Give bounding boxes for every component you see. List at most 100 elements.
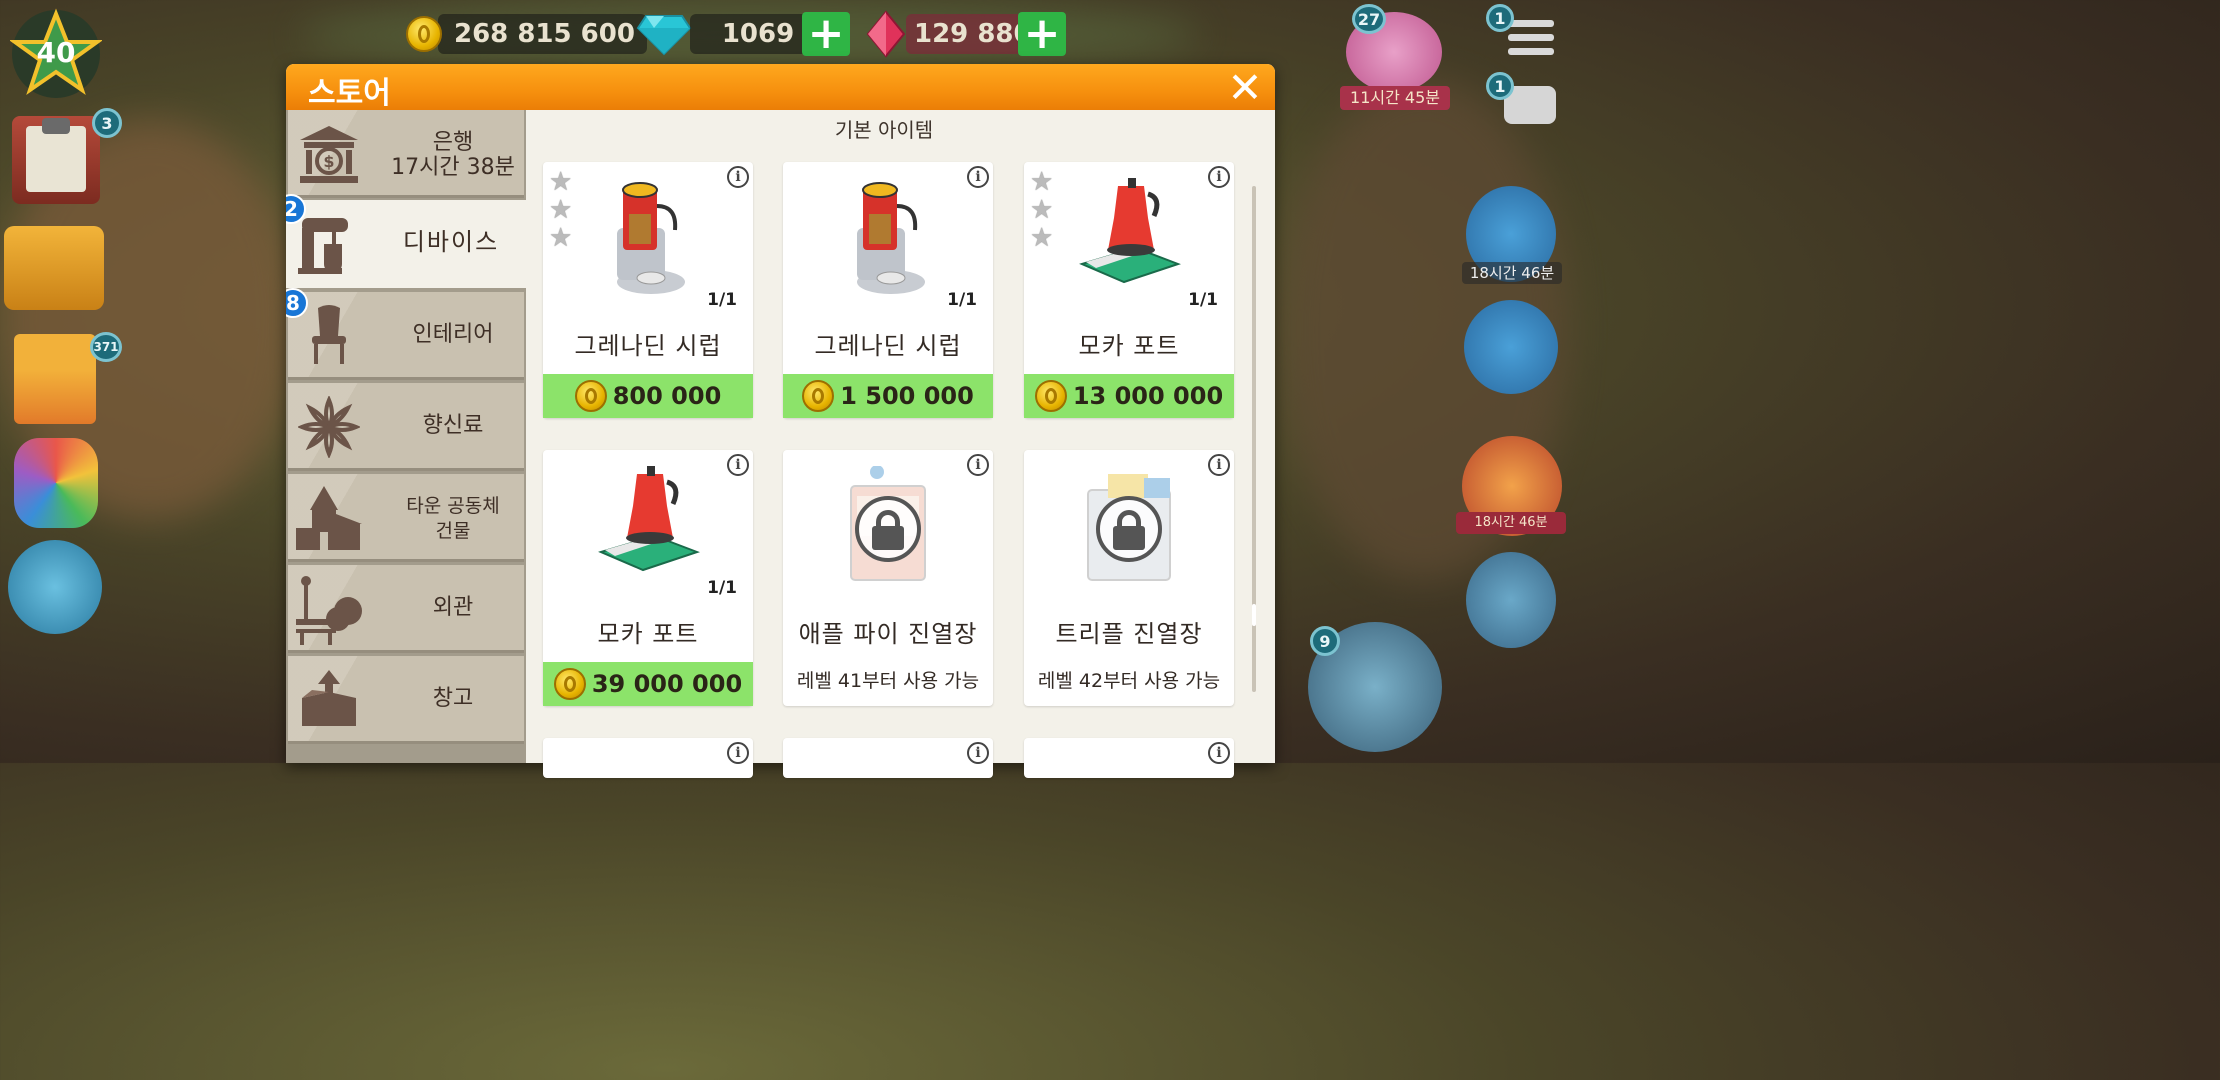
moka-pot-icon bbox=[598, 466, 700, 572]
star-icon: ★ bbox=[1030, 167, 1054, 197]
item-list-scrollbar[interactable] bbox=[1252, 186, 1256, 692]
category-storage[interactable]: 창고 bbox=[288, 656, 524, 744]
owned-count: 1/1 bbox=[945, 290, 979, 310]
item-name: 그레나딘 시럽 bbox=[574, 332, 722, 360]
store-item-card[interactable]: i ★ ★ ★ 1/1 모카 포트 13 000 000 bbox=[1024, 162, 1234, 418]
item-name: 트리플 진열장 bbox=[1055, 620, 1203, 648]
info-icon[interactable]: i bbox=[727, 742, 749, 764]
info-icon[interactable]: i bbox=[967, 454, 989, 476]
category-spices[interactable]: 향신료 bbox=[288, 383, 524, 471]
item-price: 800 000 bbox=[612, 382, 722, 410]
coin-icon bbox=[574, 380, 607, 412]
buy-button[interactable]: 13 000 000 bbox=[1024, 374, 1234, 418]
owned-count: 1/1 bbox=[705, 578, 739, 598]
info-icon[interactable]: i bbox=[727, 166, 749, 188]
category-bank-label: 은행 bbox=[432, 130, 474, 155]
buy-button[interactable]: 39 000 000 bbox=[543, 662, 753, 706]
lock-icon bbox=[1096, 496, 1162, 562]
diamond-icon bbox=[636, 15, 692, 56]
category-storage-label: 창고 bbox=[432, 686, 474, 711]
syrup-dispenser-icon bbox=[617, 182, 685, 294]
register-badge: 9 bbox=[1310, 626, 1340, 656]
store-item-card[interactable]: i bbox=[1024, 738, 1234, 778]
category-town-building[interactable]: 타운 공동체 건물 bbox=[288, 474, 524, 562]
add-diamonds-button[interactable]: + bbox=[802, 12, 850, 56]
category-devices[interactable]: 디바이스 bbox=[286, 200, 526, 288]
tasks-clipboard-icon[interactable] bbox=[12, 116, 100, 204]
item-price: 1 500 000 bbox=[840, 382, 974, 410]
bank-timer: 17시간 38분 bbox=[391, 155, 515, 180]
info-icon[interactable]: i bbox=[967, 166, 989, 188]
owned-count: 1/1 bbox=[1186, 290, 1220, 310]
order-board-icon[interactable] bbox=[1464, 300, 1558, 394]
add-rubies-button[interactable]: + bbox=[1018, 12, 1066, 56]
bank-icon: $ bbox=[300, 126, 358, 183]
category-devices-label: 디바이스 bbox=[402, 228, 500, 256]
moka-pot-icon bbox=[1079, 178, 1181, 284]
scrollbar-thumb[interactable] bbox=[1252, 604, 1256, 626]
store-item-card-locked[interactable]: i 트리플 진열장 레벨 42부터 사용 가능 bbox=[1024, 450, 1234, 706]
level-badge[interactable]: 40 bbox=[8, 8, 104, 100]
coin-icon bbox=[802, 380, 835, 412]
info-icon[interactable]: i bbox=[1208, 166, 1230, 188]
ruby-amount: 129 880 bbox=[914, 19, 1032, 49]
category-town-sublabel: 건물 bbox=[435, 520, 471, 542]
menu-board-icon[interactable] bbox=[1466, 552, 1556, 648]
item-name: 애플 파이 진열장 bbox=[798, 620, 978, 648]
gift-timer: 18시간 46분 bbox=[1462, 262, 1562, 284]
category-exterior[interactable]: 외관 bbox=[288, 565, 524, 653]
category-town-label: 타운 공동체 bbox=[406, 495, 500, 517]
diamond-counter[interactable]: 1069 bbox=[636, 10, 826, 58]
info-icon[interactable]: i bbox=[967, 742, 989, 764]
store-item-card[interactable]: i bbox=[543, 738, 753, 778]
category-bank[interactable]: $ 은행 17시간 38분 bbox=[288, 110, 524, 198]
star-rating: ★ ★ ★ bbox=[1030, 168, 1058, 252]
store-item-card[interactable]: i ★ ★ ★ 1/1 그레나딘 시럽 800 000 bbox=[543, 162, 753, 418]
coin-amount: 268 815 600 bbox=[454, 19, 635, 49]
star-rating: ★ ★ ★ bbox=[549, 168, 577, 252]
tournament-icon[interactable] bbox=[8, 540, 102, 634]
item-name: 모카 포트 bbox=[597, 620, 699, 648]
lucky-box-icon[interactable] bbox=[4, 226, 104, 310]
syrup-dispenser-icon bbox=[857, 182, 925, 294]
balloon-timer: 18시간 46분 bbox=[1456, 512, 1566, 534]
store-title: 스토어 bbox=[308, 76, 391, 111]
star-icon: ★ bbox=[549, 195, 573, 225]
store-header: 스토어 ✕ bbox=[286, 64, 1275, 111]
item-price: 13 000 000 bbox=[1072, 382, 1224, 410]
ruby-counter[interactable]: 129 880 bbox=[866, 10, 1040, 58]
store-item-card[interactable]: i 1/1 모카 포트 39 000 000 bbox=[543, 450, 753, 706]
chat-badge: 1 bbox=[1486, 72, 1514, 100]
category-sidebar: $ 은행 17시간 38분 디바이스 2 인테리어 8 향신료 타운 공동체 건… bbox=[286, 110, 526, 763]
gift-box-icon[interactable] bbox=[14, 334, 96, 424]
info-icon[interactable]: i bbox=[1208, 742, 1230, 764]
item-name: 모카 포트 bbox=[1078, 332, 1180, 360]
event-timer: 11시간 45분 bbox=[1340, 86, 1450, 110]
star-icon: ★ bbox=[1030, 223, 1054, 253]
church-icon bbox=[296, 486, 362, 550]
info-icon[interactable]: i bbox=[727, 454, 749, 476]
level-number: 40 bbox=[36, 36, 76, 69]
box-icon bbox=[302, 670, 356, 726]
coin-counter[interactable]: 268 815 600 bbox=[406, 10, 647, 58]
close-button[interactable]: ✕ bbox=[1225, 67, 1265, 109]
star-icon: ★ bbox=[549, 223, 573, 253]
category-interior[interactable]: 인테리어 bbox=[288, 292, 524, 380]
unlock-requirement: 레벨 41부터 사용 가능 bbox=[796, 670, 980, 692]
buy-button[interactable]: 1 500 000 bbox=[783, 374, 993, 418]
diamond-amount: 1069 bbox=[721, 19, 795, 49]
store-item-card-locked[interactable]: i 애플 파이 진열장 레벨 41부터 사용 가능 bbox=[783, 450, 993, 706]
star-anise-icon bbox=[298, 396, 360, 458]
colorwheel-icon[interactable] bbox=[14, 438, 98, 528]
category-spices-label: 향신료 bbox=[422, 413, 484, 438]
info-icon[interactable]: i bbox=[1208, 454, 1230, 476]
svg-text:$: $ bbox=[323, 152, 334, 171]
item-name: 그레나딘 시럽 bbox=[814, 332, 962, 360]
unlock-requirement: 레벨 42부터 사용 가능 bbox=[1037, 670, 1221, 692]
mixer-icon bbox=[298, 218, 348, 274]
star-icon: ★ bbox=[549, 167, 573, 197]
chair-icon bbox=[312, 305, 346, 364]
store-item-card[interactable]: i 1/1 그레나딘 시럽 1 500 000 bbox=[783, 162, 993, 418]
buy-button[interactable]: 800 000 bbox=[543, 374, 753, 418]
store-item-card[interactable]: i bbox=[783, 738, 993, 778]
